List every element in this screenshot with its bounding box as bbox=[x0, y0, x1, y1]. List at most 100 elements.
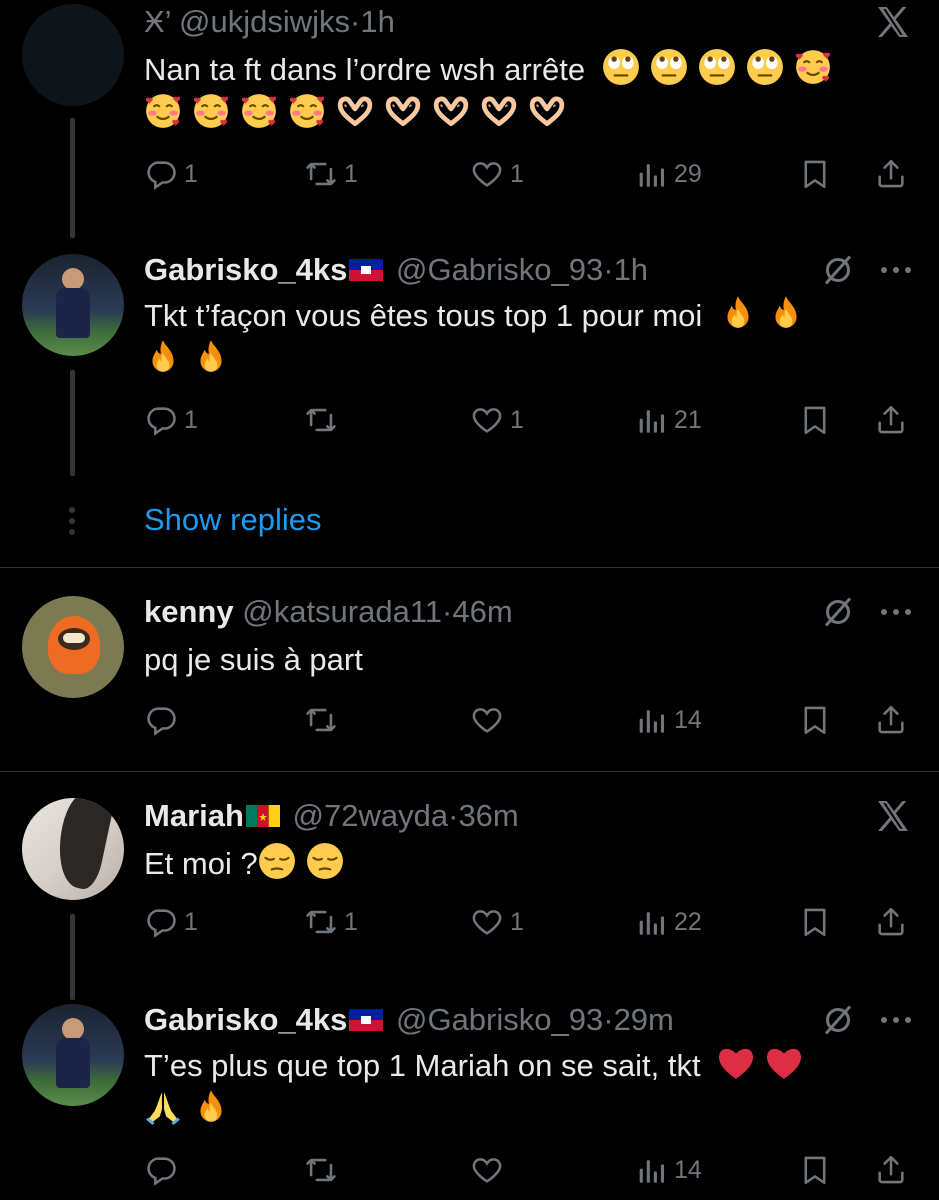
views-button[interactable]: 14 bbox=[634, 700, 702, 740]
view-count: 14 bbox=[674, 705, 702, 734]
bookmark-button[interactable] bbox=[798, 902, 832, 942]
red-heart-icon bbox=[765, 1044, 803, 1082]
tweet-text: pq je suis à part bbox=[144, 638, 884, 682]
avatar[interactable] bbox=[22, 1004, 124, 1106]
x-icon[interactable] bbox=[873, 2, 913, 42]
share-button[interactable] bbox=[874, 902, 908, 942]
views-button[interactable]: 14 bbox=[634, 1150, 702, 1190]
more-options-icon[interactable] bbox=[878, 264, 914, 276]
repost-button[interactable] bbox=[304, 700, 344, 740]
views-button[interactable]: 29 bbox=[634, 154, 702, 194]
tweet-header: Gabrisko_4ks @Gabrisko_93·1h bbox=[144, 252, 648, 288]
bookmark-button[interactable] bbox=[798, 1150, 832, 1190]
fire-icon bbox=[192, 338, 230, 376]
timestamp[interactable]: 1h bbox=[614, 252, 648, 287]
reply-button[interactable]: 1 bbox=[144, 400, 198, 440]
tweet-1[interactable]: Ӿ’ @ukjdsiwjks·1h Nan ta ft dans l’ordre… bbox=[0, 0, 939, 238]
fire-icon bbox=[144, 338, 182, 376]
haiti-flag-icon bbox=[349, 259, 383, 281]
handle[interactable]: @Gabrisko_93 bbox=[396, 1002, 603, 1037]
like-button[interactable]: 1 bbox=[470, 902, 524, 942]
more-options-icon[interactable] bbox=[878, 606, 914, 618]
grok-icon[interactable] bbox=[820, 252, 856, 288]
reply-icon bbox=[144, 905, 178, 939]
share-icon bbox=[874, 157, 908, 191]
views-button[interactable]: 22 bbox=[634, 902, 702, 942]
like-button[interactable]: 1 bbox=[470, 400, 524, 440]
handle[interactable]: @katsurada11 bbox=[242, 594, 442, 629]
views-button[interactable]: 21 bbox=[634, 400, 702, 440]
view-count: 14 bbox=[674, 1155, 702, 1184]
repost-icon bbox=[304, 703, 338, 737]
heart-hands-icon bbox=[384, 92, 422, 130]
avatar[interactable] bbox=[22, 798, 124, 900]
reply-count: 1 bbox=[184, 405, 198, 434]
grok-icon[interactable] bbox=[820, 1002, 856, 1038]
repost-icon bbox=[304, 157, 338, 191]
tweet-header: Mariah @72wayda·36m bbox=[144, 798, 519, 834]
handle[interactable]: @ukjdsiwjks bbox=[179, 4, 350, 39]
tweet-actions: 14 bbox=[0, 700, 939, 740]
heart-hands-icon bbox=[336, 92, 374, 130]
tweet-actions: 1 1 1 29 bbox=[0, 154, 939, 194]
display-name[interactable]: Ӿ’ bbox=[144, 4, 170, 39]
player-body bbox=[56, 288, 90, 338]
bookmark-button[interactable] bbox=[798, 400, 832, 440]
divider bbox=[0, 771, 939, 772]
share-button[interactable] bbox=[874, 1150, 908, 1190]
display-name[interactable]: kenny bbox=[144, 594, 234, 629]
handle[interactable]: @72wayda bbox=[293, 798, 449, 833]
bookmark-button[interactable] bbox=[798, 700, 832, 740]
tweet-actions: 1 1 21 bbox=[0, 400, 939, 440]
share-icon bbox=[874, 905, 908, 939]
heart-hands-icon bbox=[480, 92, 518, 130]
repost-button[interactable] bbox=[304, 400, 344, 440]
repost-button[interactable]: 1 bbox=[304, 154, 358, 194]
grok-icon[interactable] bbox=[820, 594, 856, 630]
display-name[interactable]: Gabrisko_4ks bbox=[144, 1002, 347, 1037]
share-button[interactable] bbox=[874, 400, 908, 440]
tweet-4[interactable]: Mariah @72wayda·36m Et moi ? 1 1 1 22 bbox=[0, 794, 939, 1000]
show-replies-link[interactable]: Show replies bbox=[144, 502, 321, 538]
reply-button[interactable]: 1 bbox=[144, 154, 198, 194]
view-count: 21 bbox=[674, 405, 702, 434]
x-icon[interactable] bbox=[873, 796, 913, 836]
repost-icon bbox=[304, 403, 338, 437]
share-button[interactable] bbox=[874, 154, 908, 194]
reply-button[interactable] bbox=[144, 700, 184, 740]
avatar[interactable] bbox=[22, 254, 124, 356]
repost-icon bbox=[304, 905, 338, 939]
bookmark-button[interactable] bbox=[798, 154, 832, 194]
tweet-3[interactable]: kenny @katsurada11·46m pq je suis à part… bbox=[0, 590, 939, 770]
timestamp[interactable]: 1h bbox=[360, 4, 394, 39]
more-options-icon[interactable] bbox=[878, 1014, 914, 1026]
display-name[interactable]: Mariah bbox=[144, 798, 244, 833]
avatar[interactable] bbox=[22, 4, 124, 106]
timestamp[interactable]: 36m bbox=[458, 798, 518, 833]
share-button[interactable] bbox=[874, 700, 908, 740]
display-name[interactable]: Gabrisko_4ks bbox=[144, 252, 347, 287]
folded-hands-icon bbox=[144, 1088, 182, 1126]
repost-button[interactable]: 1 bbox=[304, 902, 358, 942]
reply-button[interactable] bbox=[144, 1150, 184, 1190]
like-button[interactable] bbox=[470, 700, 510, 740]
like-count: 1 bbox=[510, 907, 524, 936]
share-icon bbox=[874, 1153, 908, 1187]
like-button[interactable]: 1 bbox=[470, 154, 524, 194]
smiling-hearts-icon bbox=[240, 92, 278, 130]
like-button[interactable] bbox=[470, 1150, 510, 1190]
tweet-2[interactable]: Gabrisko_4ks @Gabrisko_93·1h Tkt t’façon… bbox=[0, 246, 939, 496]
reply-button[interactable]: 1 bbox=[144, 902, 198, 942]
views-icon bbox=[634, 703, 668, 737]
like-count: 1 bbox=[510, 159, 524, 188]
separator-dot: · bbox=[442, 594, 453, 629]
repost-button[interactable] bbox=[304, 1150, 344, 1190]
player-body bbox=[56, 1038, 90, 1088]
timestamp[interactable]: 46m bbox=[452, 594, 512, 629]
tweet-5[interactable]: Gabrisko_4ks @Gabrisko_93·29m T’es plus … bbox=[0, 996, 939, 1200]
like-count: 1 bbox=[510, 405, 524, 434]
handle[interactable]: @Gabrisko_93 bbox=[396, 252, 603, 287]
smiling-hearts-icon bbox=[288, 92, 326, 130]
avatar[interactable] bbox=[22, 596, 124, 698]
timestamp[interactable]: 29m bbox=[614, 1002, 674, 1037]
